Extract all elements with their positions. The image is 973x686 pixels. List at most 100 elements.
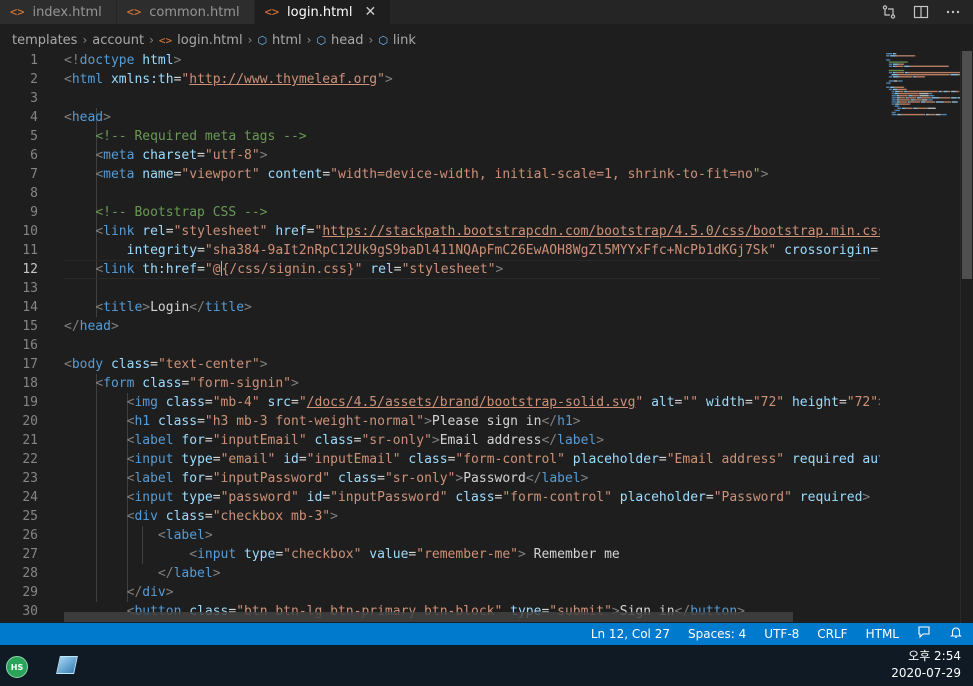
split-editor-icon[interactable] bbox=[913, 4, 929, 20]
minimap-line bbox=[902, 80, 903, 82]
code-line[interactable]: 14 <title>Login</title> bbox=[0, 298, 880, 317]
hs-app-icon[interactable]: HS bbox=[6, 656, 28, 678]
notepad-app-icon[interactable] bbox=[56, 656, 78, 674]
code-line[interactable]: 13 bbox=[0, 279, 880, 298]
vertical-scrollbar-thumb[interactable] bbox=[962, 51, 972, 279]
code-line[interactable]: 10 <link rel="stylesheet" href="https://… bbox=[0, 222, 880, 241]
encoding-setting[interactable]: UTF-8 bbox=[764, 627, 799, 641]
tab-common-html[interactable]: <> common.html bbox=[116, 0, 255, 24]
minimap-line bbox=[940, 113, 942, 116]
tab-index-html[interactable]: <> index.html bbox=[0, 0, 117, 24]
code-token: = bbox=[165, 224, 174, 239]
code-token: < bbox=[157, 528, 166, 543]
code-line[interactable]: 26 <label> bbox=[0, 526, 880, 545]
code-line[interactable]: 19 <img class="mb-4" src="/docs/4.5/asse… bbox=[0, 393, 880, 412]
code-line[interactable]: 9 <!-- Bootstrap CSS --> bbox=[0, 203, 880, 222]
compare-changes-icon[interactable] bbox=[881, 4, 897, 20]
breadcrumb-item-head[interactable]: ⬡ head bbox=[316, 33, 363, 48]
code-editor[interactable]: 1 <!doctype html> 2 <html xmlns:th="http://… bbox=[0, 51, 880, 623]
code-line[interactable]: 16 bbox=[0, 336, 880, 355]
code-line[interactable]: 22 <input type="email" id="inputEmail" c… bbox=[0, 450, 880, 469]
vertical-scrollbar[interactable] bbox=[960, 51, 972, 623]
code-token: Please sign in bbox=[431, 414, 542, 429]
feedback-icon[interactable] bbox=[917, 625, 931, 643]
code-line[interactable]: 29 </div> bbox=[0, 583, 880, 602]
minimap-line bbox=[911, 95, 913, 97]
code-line[interactable]: 2 <html xmlns:th="http://www.thymeleaf.or… bbox=[0, 70, 880, 89]
code-line[interactable]: 24 <input type="password" id="inputPassw… bbox=[0, 488, 880, 507]
minimap-line bbox=[898, 76, 900, 78]
code-token: "remember-me" bbox=[416, 547, 518, 562]
breadcrumb-item-link[interactable]: ⬡ link bbox=[378, 33, 416, 48]
minimap-line bbox=[939, 97, 951, 99]
eol-setting[interactable]: CRLF bbox=[817, 627, 847, 641]
minimap-line bbox=[943, 90, 947, 93]
breadcrumb-item-login-html[interactable]: <> login.html bbox=[159, 33, 243, 48]
close-icon[interactable]: ✕ bbox=[364, 4, 376, 20]
indentation-setting[interactable]: Spaces: 4 bbox=[688, 627, 746, 641]
tab-login-html[interactable]: <> login.html ✕ bbox=[254, 0, 392, 24]
code-token: "utf-8" bbox=[204, 148, 260, 163]
code-line[interactable]: 8 bbox=[0, 184, 880, 203]
minimap-line bbox=[915, 76, 917, 78]
code-token: src bbox=[267, 395, 292, 410]
cursor-position[interactable]: Ln 12, Col 27 bbox=[591, 627, 670, 641]
code-token: > bbox=[110, 319, 119, 334]
code-line[interactable]: 28 </label> bbox=[0, 564, 880, 583]
code-line[interactable]: 5 <!-- Required meta tags --> bbox=[0, 127, 880, 146]
code-line[interactable]: 18 <form class="form-signin"> bbox=[0, 374, 880, 393]
language-mode[interactable]: HTML bbox=[866, 627, 899, 641]
minimap[interactable] bbox=[882, 51, 960, 623]
minimap-line bbox=[892, 92, 894, 95]
code-token: < bbox=[189, 547, 198, 562]
code-line[interactable]: 7 <meta name="viewport" content="width=d… bbox=[0, 165, 880, 184]
line-number: 17 bbox=[22, 357, 38, 372]
code-token: <!-- Required meta tags --> bbox=[95, 129, 307, 144]
code-line[interactable]: 25 <div class="checkbox mb-3"> bbox=[0, 507, 880, 526]
code-line[interactable]: 6 <meta charset="utf-8"> bbox=[0, 146, 880, 165]
breadcrumb-item-account[interactable]: account bbox=[92, 33, 144, 48]
code-token: > bbox=[424, 414, 432, 429]
code-text: <input type="email" id="inputEmail" clas… bbox=[64, 450, 880, 469]
code-line[interactable]: 12 <link th:href="@{/css/signin.css}" re… bbox=[0, 260, 880, 279]
notifications-bell-icon[interactable] bbox=[949, 625, 963, 643]
code-token: head bbox=[71, 110, 104, 125]
minimap-line bbox=[893, 80, 898, 82]
code-token: > bbox=[878, 395, 880, 410]
minimap-line bbox=[914, 55, 916, 57]
code-line[interactable]: 27 <input type="checkbox" value="remembe… bbox=[0, 545, 880, 564]
horizontal-scrollbar[interactable] bbox=[64, 612, 793, 622]
code-line[interactable]: 15 </head> bbox=[0, 317, 880, 336]
code-line[interactable]: 4 <head> bbox=[0, 108, 880, 127]
code-line[interactable]: 11 integrity="sha384-9aIt2nRpC12Uk9gS9ba… bbox=[0, 241, 880, 260]
code-token: class bbox=[110, 357, 151, 372]
code-line[interactable]: 23 <label for="inputPassword" class="sr-… bbox=[0, 469, 880, 488]
minimap-line bbox=[892, 90, 895, 93]
code-line[interactable]: 21 <label for="inputEmail" class="sr-onl… bbox=[0, 431, 880, 450]
minimap-line bbox=[895, 103, 899, 105]
minimap-line bbox=[892, 113, 897, 116]
code-line[interactable]: 3 bbox=[0, 89, 880, 108]
code-token: > bbox=[212, 566, 221, 581]
more-actions-icon[interactable] bbox=[945, 4, 961, 20]
minimap-line bbox=[907, 97, 917, 99]
minimap-line bbox=[938, 90, 941, 93]
breadcrumb-item-html[interactable]: ⬡ html bbox=[257, 33, 301, 48]
minimap-line bbox=[906, 90, 907, 93]
minimap-line bbox=[946, 113, 947, 116]
code-line[interactable]: 17 <body class="text-center"> bbox=[0, 355, 880, 374]
code-line[interactable]: 1 <!doctype html> bbox=[0, 51, 880, 70]
code-line[interactable]: 20 <h1 class="h3 mb-3 font-weight-normal… bbox=[0, 412, 880, 431]
system-clock[interactable]: 오후 2:54 2020-07-29 bbox=[891, 648, 961, 682]
breadcrumb-item-templates[interactable]: templates bbox=[12, 33, 77, 48]
code-token: placeholder bbox=[572, 452, 659, 467]
code-token: class bbox=[165, 509, 205, 524]
